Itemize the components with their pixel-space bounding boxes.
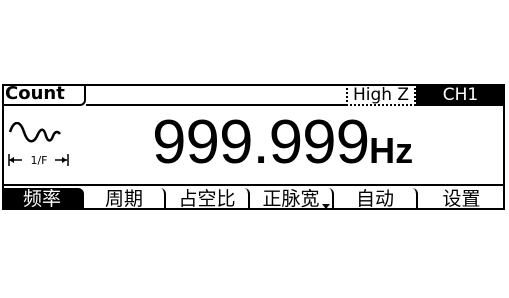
softkey-label: 周期 bbox=[104, 188, 143, 210]
softkey-settings[interactable]: 设置 bbox=[418, 188, 505, 210]
softkey-menu: 频率 周期 占空比 正脉宽 自动 设置 bbox=[2, 184, 505, 210]
softkey-frequency[interactable]: 频率 bbox=[2, 188, 84, 210]
channel-indicator[interactable]: CH1 bbox=[416, 84, 505, 106]
sine-wave-icon: 1/F bbox=[8, 122, 69, 167]
period-label: 1/F bbox=[30, 154, 47, 167]
measurement-unit: Hz bbox=[369, 130, 414, 171]
measurement-readout: 999.999Hz bbox=[152, 110, 413, 176]
softkey-label: 自动 bbox=[355, 188, 394, 210]
counter-display-screen: Count High Z CH1 1/F 999.999Hz 频率 周期 占空比… bbox=[0, 82, 509, 214]
softkey-label: 设置 bbox=[442, 188, 481, 210]
measurement-value: 999.999 bbox=[152, 108, 370, 177]
softkey-auto[interactable]: 自动 bbox=[334, 188, 418, 210]
softkey-period[interactable]: 周期 bbox=[84, 188, 166, 210]
softkey-positive-width[interactable]: 正脉宽 bbox=[250, 188, 334, 210]
status-bar: Count High Z CH1 bbox=[2, 84, 505, 106]
softkey-label: 正脉宽 bbox=[262, 188, 320, 210]
softkey-label: 占空比 bbox=[178, 188, 236, 210]
status-bar-divider bbox=[86, 104, 346, 106]
softkey-duty-cycle[interactable]: 占空比 bbox=[166, 188, 250, 210]
impedance-indicator: High Z bbox=[346, 84, 416, 106]
mode-title: Count bbox=[2, 84, 86, 106]
submenu-indicator-icon bbox=[322, 204, 330, 209]
softkey-label: 频率 bbox=[22, 188, 61, 210]
